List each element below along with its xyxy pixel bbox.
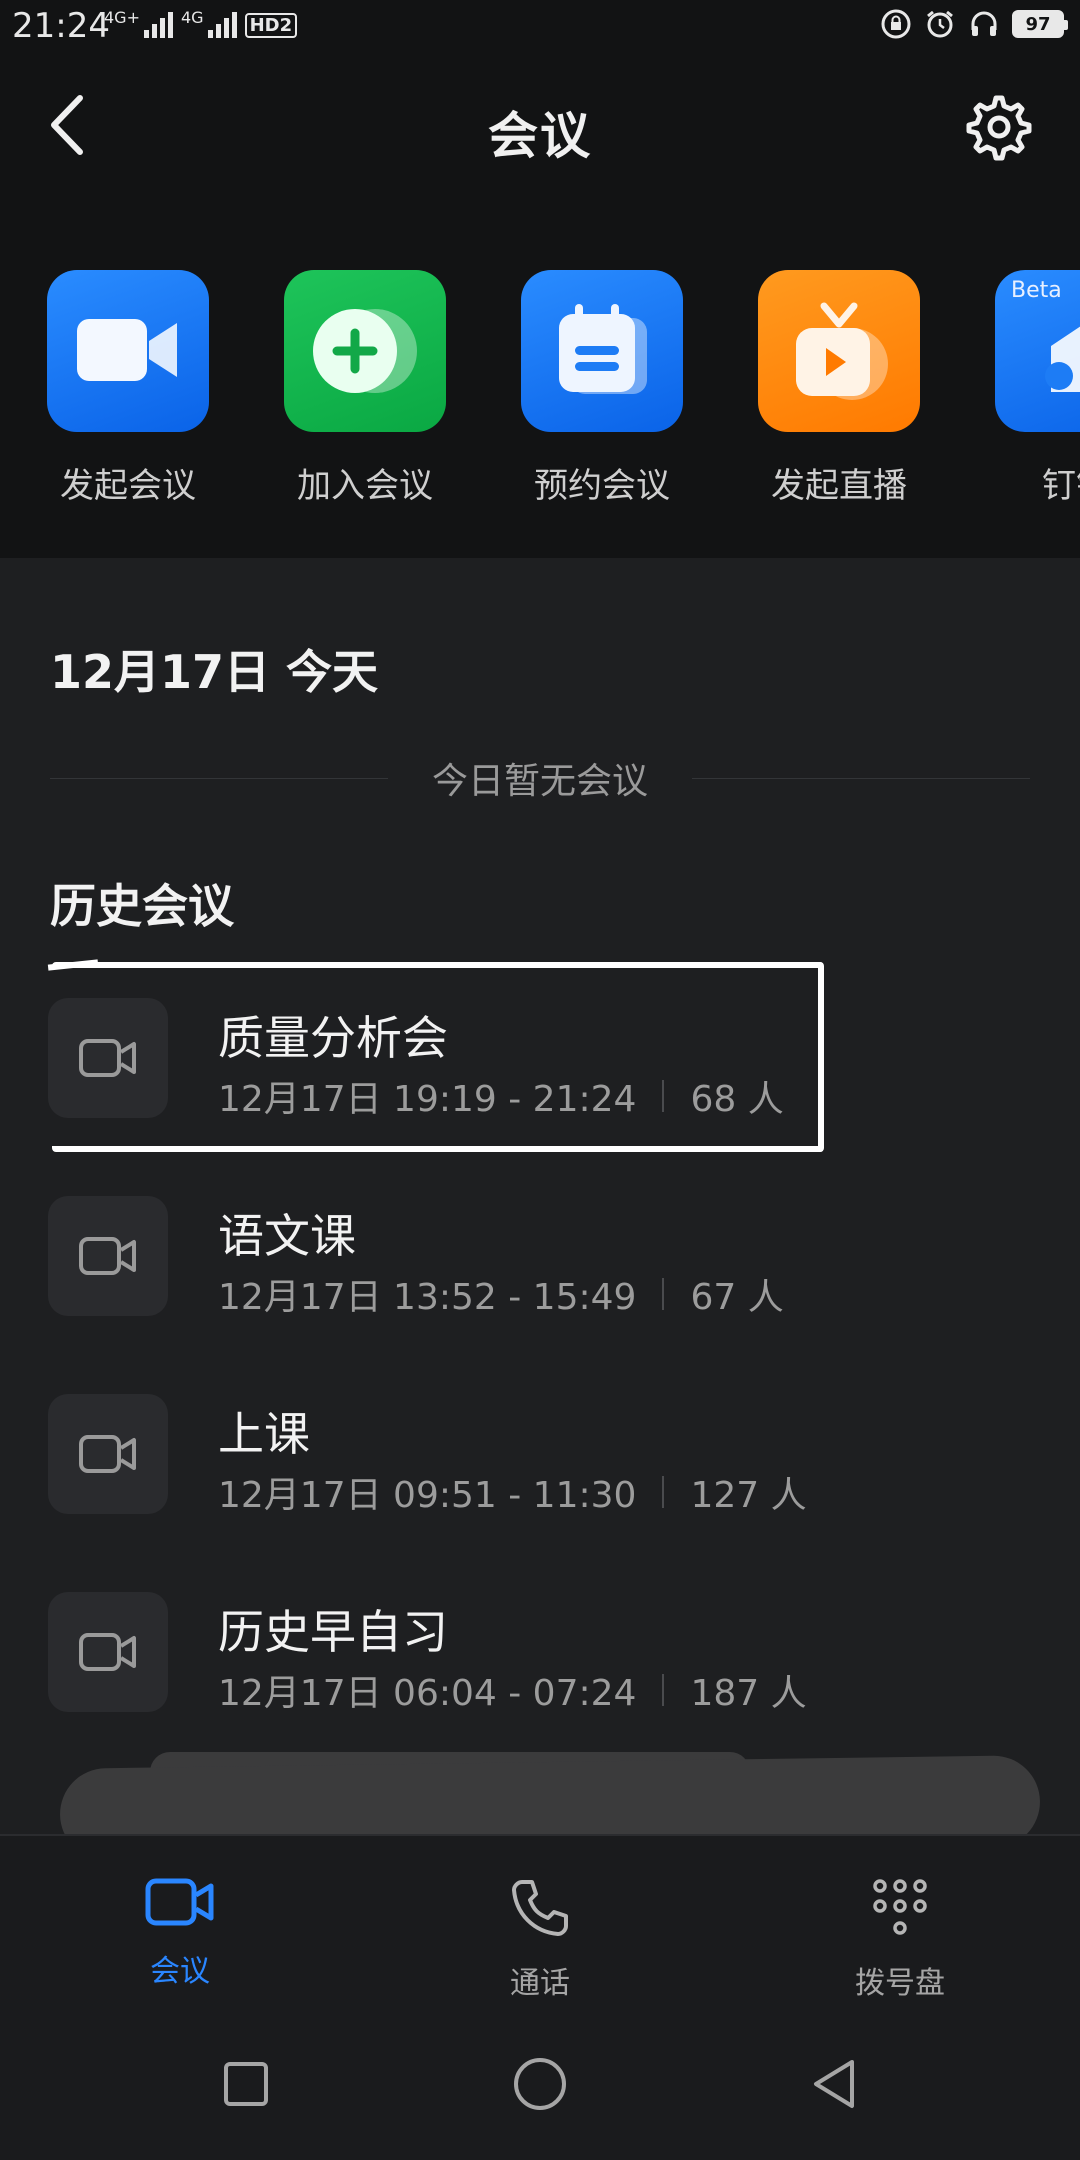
meeting-icon-box xyxy=(48,1196,168,1316)
beta-badge: Beta xyxy=(1011,278,1062,303)
meeting-item[interactable]: 语文课 12月17日 13:52 - 15:49 67 人 xyxy=(0,1192,1080,1390)
signal-icon-2 xyxy=(207,8,237,38)
meta-separator xyxy=(662,1278,665,1310)
meeting-time: 12月17日 13:52 - 15:49 xyxy=(218,1277,637,1318)
meeting-participants: 127 人 xyxy=(690,1475,807,1516)
square-icon xyxy=(224,2062,268,2106)
start-meeting-tile xyxy=(47,270,209,432)
highlight-annotation xyxy=(52,962,824,1152)
action-label: 预约会议 xyxy=(534,466,670,506)
page-title: 会议 xyxy=(488,107,592,165)
tab-label: 拨号盘 xyxy=(855,1966,945,2001)
divider-line xyxy=(692,777,1031,779)
meeting-meta: 12月17日 06:04 - 07:24 187 人 xyxy=(218,1664,807,1716)
battery-indicator: 97 xyxy=(1012,10,1068,38)
video-camera-icon xyxy=(79,1633,136,1671)
network-status: 4G+ 4G HD2 xyxy=(104,8,298,38)
video-camera-icon xyxy=(79,1435,136,1473)
dingtalk-cast-button[interactable]: Beta 钉钉 xyxy=(976,270,1080,507)
tab-meetings[interactable]: 会议 xyxy=(80,1876,280,1990)
divider-line xyxy=(50,777,388,779)
meeting-time: 12月17日 09:51 - 11:30 xyxy=(218,1475,637,1516)
back-nav-button[interactable] xyxy=(804,2054,864,2114)
action-label: 加入会议 xyxy=(297,466,433,506)
phone-icon xyxy=(512,1880,568,1936)
meeting-meta: 12月17日 09:51 - 11:30 127 人 xyxy=(218,1466,807,1518)
hd-badge: HD2 xyxy=(244,13,298,38)
status-bar: 21:24 4G+ 4G HD2 97 xyxy=(0,0,1080,56)
no-meeting-text: 今日暂无会议 xyxy=(432,761,649,802)
plus-circle-icon xyxy=(313,309,417,393)
today-date-heading: 12月17日 今天 xyxy=(50,645,379,699)
video-camera-icon xyxy=(77,319,177,381)
home-button[interactable] xyxy=(510,2054,570,2114)
lock-rotation-icon xyxy=(881,9,911,39)
meeting-participants: 187 人 xyxy=(690,1673,807,1714)
tab-dialpad[interactable]: 拨号盘 xyxy=(800,1876,1000,2002)
circle-icon xyxy=(514,2058,566,2110)
tab-calls[interactable]: 通话 xyxy=(440,1876,640,2002)
meeting-title: 语文课 xyxy=(218,1209,356,1263)
no-meeting-divider: 今日暂无会议 xyxy=(50,754,1031,802)
join-meeting-tile xyxy=(284,270,446,432)
quick-actions: 发起会议 加入会议 预约会议 发起直播 Beta 钉钉 xyxy=(0,270,1080,510)
network-label-1: 4G+ xyxy=(104,8,140,27)
network-label-2: 4G xyxy=(180,8,204,27)
status-time: 21:24 xyxy=(12,6,110,46)
signal-icon xyxy=(143,8,173,38)
schedule-meeting-button[interactable]: 预约会议 xyxy=(502,270,702,507)
screen-cast-icon xyxy=(1045,326,1080,392)
dialpad-icon xyxy=(873,1879,927,1935)
meeting-time: 12月17日 06:04 - 07:24 xyxy=(218,1673,637,1714)
start-live-tile xyxy=(758,270,920,432)
action-label: 发起直播 xyxy=(771,466,907,506)
tv-play-icon xyxy=(796,302,888,400)
meta-separator xyxy=(662,1476,665,1508)
triangle-back-icon xyxy=(814,2060,854,2108)
start-meeting-button[interactable]: 发起会议 xyxy=(28,270,228,507)
tab-label: 通话 xyxy=(510,1966,570,2001)
video-camera-icon xyxy=(145,1878,214,1926)
system-nav-bar xyxy=(0,2010,1080,2160)
gear-icon xyxy=(966,95,1032,161)
meeting-item[interactable]: 上课 12月17日 09:51 - 11:30 127 人 xyxy=(0,1390,1080,1588)
meeting-meta: 12月17日 13:52 - 15:49 67 人 xyxy=(218,1268,784,1320)
video-camera-icon xyxy=(79,1237,136,1275)
alarm-icon xyxy=(927,10,953,38)
meeting-icon-box xyxy=(48,1394,168,1514)
headphones-icon xyxy=(971,11,997,36)
meta-separator xyxy=(662,1674,665,1706)
meeting-participants: 67 人 xyxy=(690,1277,784,1318)
start-live-button[interactable]: 发起直播 xyxy=(739,270,939,507)
action-label: 发起会议 xyxy=(60,466,196,506)
history-heading: 历史会议 xyxy=(50,879,234,933)
recent-apps-button[interactable] xyxy=(216,2054,276,2114)
meeting-title: 历史早自习 xyxy=(218,1605,448,1659)
meeting-title: 上课 xyxy=(218,1407,310,1461)
meeting-icon-box xyxy=(48,1592,168,1712)
action-label: 钉钉 xyxy=(1042,466,1080,506)
settings-button[interactable] xyxy=(964,92,1034,162)
bottom-tab-bar: 会议 通话 拨号盘 xyxy=(0,1834,1080,2012)
tab-label: 会议 xyxy=(150,1954,210,1989)
join-meeting-button[interactable]: 加入会议 xyxy=(265,270,465,507)
dingtalk-cast-tile: Beta xyxy=(995,270,1080,432)
schedule-meeting-tile xyxy=(521,270,683,432)
status-right: 97 xyxy=(880,8,1068,40)
calendar-icon xyxy=(559,304,647,394)
